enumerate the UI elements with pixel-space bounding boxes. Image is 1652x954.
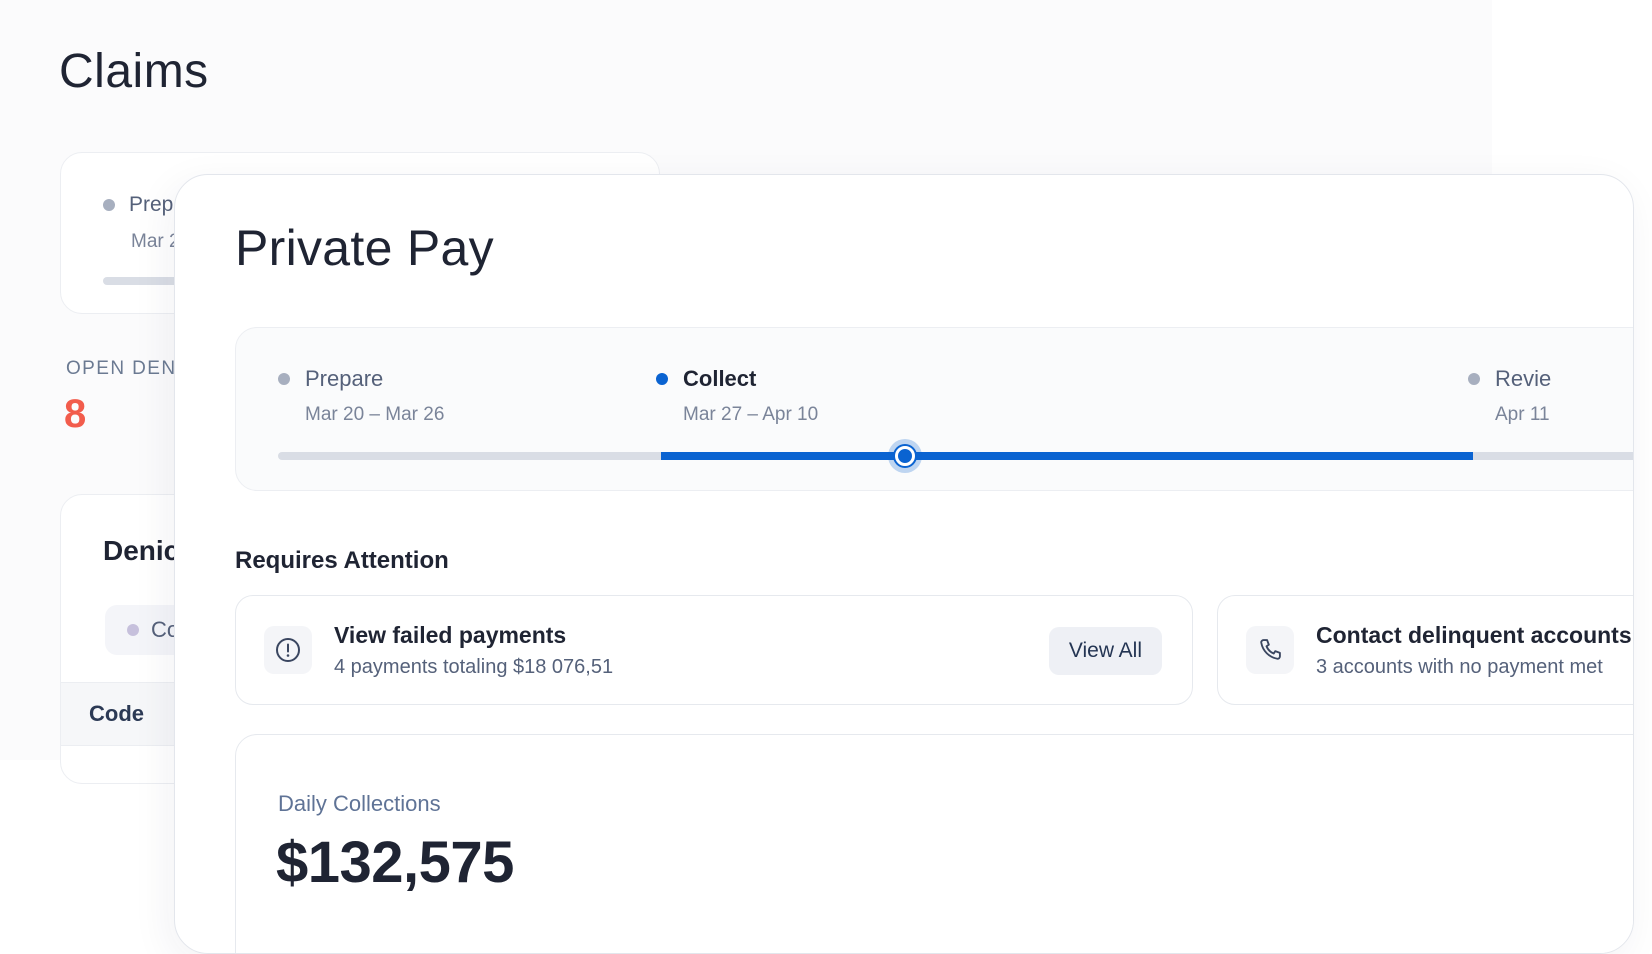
attention-item-subtitle: 4 payments totaling $18 076,51: [334, 656, 614, 678]
daily-collections-label: Daily Collections: [278, 791, 441, 816]
step-date: Apr 11: [1495, 404, 1550, 425]
step-label: Revie: [1495, 366, 1552, 391]
step-label: Prepare: [305, 366, 384, 391]
step-dot: [103, 199, 115, 211]
step-date: Mar 2: [131, 231, 180, 252]
open-denials-label: OPEN DEN: [66, 358, 177, 379]
timeline-card: Prepare Mar 20 – Mar 26 Collect Mar 27 –…: [235, 327, 1633, 491]
claims-step-prepare: Prep: [103, 193, 173, 217]
step-dot: [1468, 373, 1480, 385]
step-review[interactable]: Revie: [1468, 366, 1551, 392]
step-collect[interactable]: Collect: [656, 366, 756, 392]
attention-item-title: Contact delinquent accounts: [1316, 622, 1632, 648]
step-prepare[interactable]: Prepare: [278, 366, 383, 392]
alert-circle-icon: [264, 626, 312, 674]
step-label: Prep: [129, 193, 174, 216]
page-title: Claims: [59, 45, 209, 98]
requires-attention-title: Requires Attention: [235, 547, 449, 574]
attention-item-title: View failed payments: [334, 622, 567, 648]
denials-title: Denic: [103, 535, 180, 566]
chip-dot: [127, 624, 139, 636]
step-date: Mar 27 – Apr 10: [683, 404, 819, 425]
delinquent-accounts-card[interactable]: Contact delinquent accounts 3 accounts w…: [1217, 595, 1633, 705]
panel-title: Private Pay: [235, 220, 494, 276]
timeline-thumb[interactable]: [887, 439, 922, 473]
phone-icon: [1246, 626, 1294, 674]
view-all-button[interactable]: View All: [1048, 627, 1162, 675]
private-pay-panel: Private Pay Prepare Mar 20 – Mar 26 Coll…: [174, 174, 1634, 954]
step-label: Collect: [683, 366, 757, 391]
open-denials-count: 8: [64, 392, 87, 436]
step-date: Mar 20 – Mar 26: [305, 404, 445, 425]
daily-collections-card: Daily Collections $132,575: [235, 734, 1633, 953]
timeline-progress-fill: [661, 452, 1473, 460]
failed-payments-card[interactable]: View failed payments 4 payments totaling…: [235, 595, 1193, 705]
step-dot: [278, 373, 290, 385]
step-dot-active: [656, 373, 668, 385]
daily-collections-value: $132,575: [276, 830, 514, 895]
attention-item-subtitle: 3 accounts with no payment met: [1316, 656, 1603, 678]
